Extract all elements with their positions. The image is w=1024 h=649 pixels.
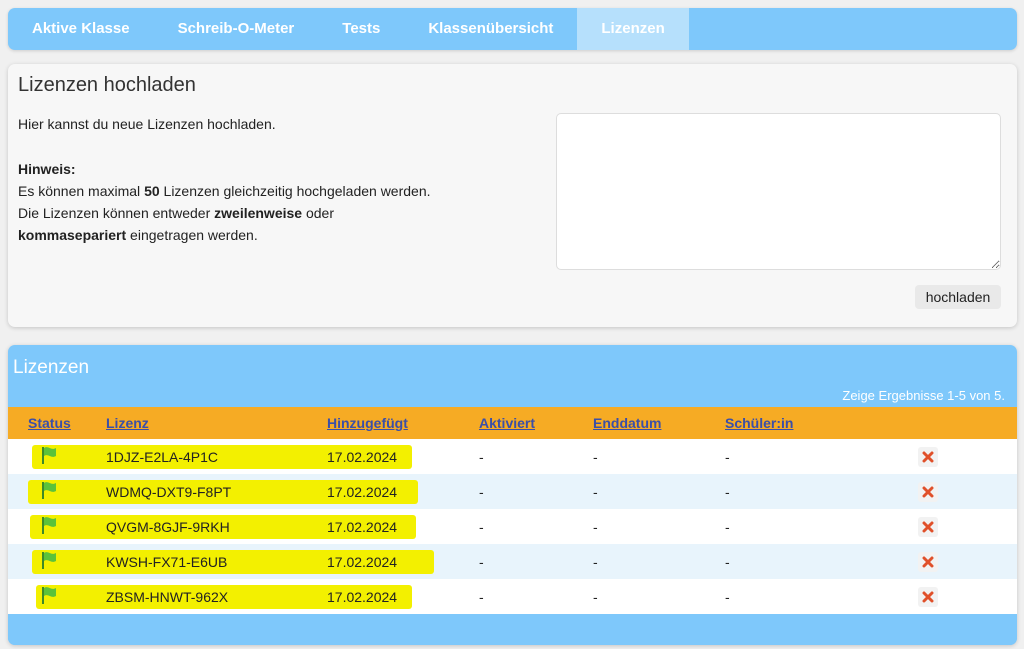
delete-x-icon xyxy=(922,556,934,568)
licenses-title: Lizenzen xyxy=(13,357,90,378)
table-row: KWSH-FX71-E6UB 17.02.2024 - - - xyxy=(8,544,1017,579)
added-date: 17.02.2024 xyxy=(327,554,398,570)
delete-x-icon xyxy=(922,486,934,498)
column-hinzugefuegt[interactable]: Hinzugefügt xyxy=(327,415,408,431)
table-row: WDMQ-DXT9-F8PT 17.02.2024 - - - xyxy=(8,474,1017,509)
end-date-value: - xyxy=(593,449,598,465)
column-schueler[interactable]: Schüler:in xyxy=(725,415,793,431)
hint-title: Hinweis: xyxy=(18,161,76,177)
student-value: - xyxy=(725,554,730,570)
green-flag-icon xyxy=(42,587,56,604)
table-header: Status Lizenz Hinzugefügt Aktiviert Endd… xyxy=(8,407,1017,439)
green-flag-icon xyxy=(42,447,56,464)
hint-line-1: Es können maximal 50 Lizenzen gleichzeit… xyxy=(18,183,431,199)
license-key: QVGM-8GJF-9RKH xyxy=(106,519,230,535)
green-flag-icon xyxy=(42,482,56,499)
delete-button[interactable] xyxy=(918,587,938,607)
tab-aktive-klasse[interactable]: Aktive Klasse xyxy=(8,8,154,50)
activated-value: - xyxy=(479,449,484,465)
main-nav: Aktive Klasse Schreib-O-Meter Tests Klas… xyxy=(8,8,1017,50)
table-row: 1DJZ-E2LA-4P1C 17.02.2024 - - - xyxy=(8,439,1017,474)
table-footer xyxy=(8,616,1017,645)
tab-klassenuebersicht[interactable]: Klassenübersicht xyxy=(404,8,577,50)
added-date: 17.02.2024 xyxy=(327,449,398,465)
license-key: 1DJZ-E2LA-4P1C xyxy=(106,449,219,465)
column-aktiviert[interactable]: Aktiviert xyxy=(479,415,535,431)
student-value: - xyxy=(725,484,730,500)
license-input[interactable] xyxy=(556,113,1001,270)
end-date-value: - xyxy=(593,554,598,570)
end-date-value: - xyxy=(593,519,598,535)
license-key: KWSH-FX71-E6UB xyxy=(106,554,228,570)
table-row: ZBSM-HNWT-962X 17.02.2024 - - - xyxy=(8,579,1017,614)
delete-x-icon xyxy=(922,451,934,463)
upload-title: Lizenzen hochladen xyxy=(18,74,196,96)
licenses-panel: Lizenzen Zeige Ergebnisse 1-5 von 5. Sta… xyxy=(8,345,1017,645)
hint-line-2: Die Lizenzen können entweder zweilenweis… xyxy=(18,205,334,221)
delete-x-icon xyxy=(922,521,934,533)
added-date: 17.02.2024 xyxy=(327,589,398,605)
end-date-value: - xyxy=(593,484,598,500)
tab-lizenzen[interactable]: Lizenzen xyxy=(577,8,689,50)
student-value: - xyxy=(725,589,730,605)
activated-value: - xyxy=(479,484,484,500)
student-value: - xyxy=(725,519,730,535)
activated-value: - xyxy=(479,554,484,570)
license-key: ZBSM-HNWT-962X xyxy=(106,589,229,605)
tab-schreib-o-meter[interactable]: Schreib-O-Meter xyxy=(154,8,319,50)
column-lizenz[interactable]: Lizenz xyxy=(106,415,149,431)
end-date-value: - xyxy=(593,589,598,605)
green-flag-icon xyxy=(42,517,56,534)
activated-value: - xyxy=(479,519,484,535)
hint-line-3: kommasepariert eingetragen werden. xyxy=(18,227,258,243)
delete-button[interactable] xyxy=(918,482,938,502)
table-row: QVGM-8GJF-9RKH 17.02.2024 - - - xyxy=(8,509,1017,544)
added-date: 17.02.2024 xyxy=(327,484,398,500)
upload-intro: Hier kannst du neue Lizenzen hochladen. xyxy=(18,116,276,132)
delete-button[interactable] xyxy=(918,517,938,537)
column-enddatum[interactable]: Enddatum xyxy=(593,415,661,431)
delete-x-icon xyxy=(922,591,934,603)
upload-panel: Lizenzen hochladen Hier kannst du neue L… xyxy=(8,64,1017,327)
added-date: 17.02.2024 xyxy=(327,519,398,535)
student-value: - xyxy=(725,449,730,465)
tab-tests[interactable]: Tests xyxy=(318,8,404,50)
license-key: WDMQ-DXT9-F8PT xyxy=(106,484,232,500)
activated-value: - xyxy=(479,589,484,605)
upload-hint: Hinweis: Es können maximal 50 Lizenzen g… xyxy=(18,158,431,246)
result-count: Zeige Ergebnisse 1-5 von 5. xyxy=(842,388,1005,403)
green-flag-icon xyxy=(42,552,56,569)
delete-button[interactable] xyxy=(918,447,938,467)
upload-button[interactable]: hochladen xyxy=(915,285,1001,309)
delete-button[interactable] xyxy=(918,552,938,572)
column-status[interactable]: Status xyxy=(28,415,71,431)
